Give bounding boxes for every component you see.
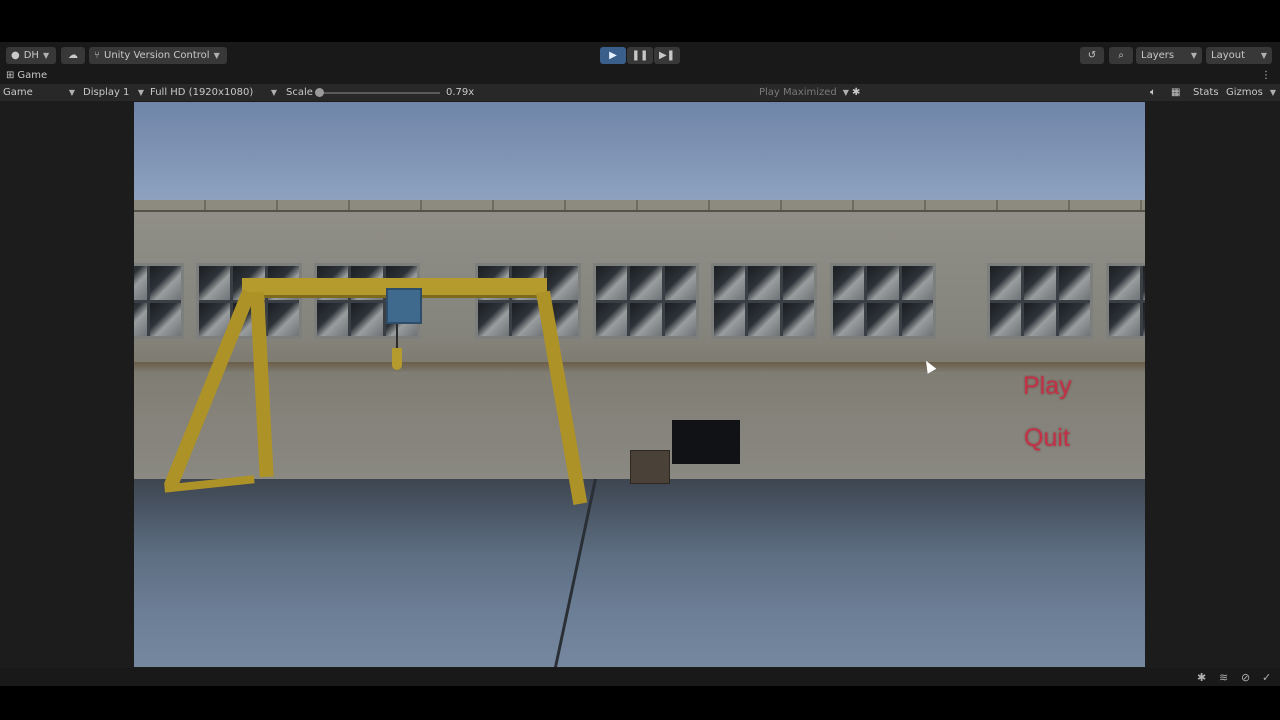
gizmos-dropdown[interactable]: Gizmos ▼ [1226,86,1276,99]
debug-icon[interactable]: ⊘ [1241,671,1250,684]
view-mode-label: Game [3,87,33,98]
check-circle-icon[interactable]: ✓ [1262,671,1271,684]
chevron-down-icon: ▼ [842,88,849,97]
chevron-down-icon: ▼ [42,51,50,60]
main-toolbar: ● DH ▼ ☁ ⑂ Unity Version Control ▼ ▶ ❚❚ … [0,42,1280,69]
chevron-down-icon: ▼ [1190,51,1197,60]
stats-button[interactable]: Stats [1193,86,1219,99]
step-button[interactable]: ▶❚ [654,47,680,64]
display-label: Display 1 [83,87,130,98]
letterbox-top [0,0,1280,42]
history-icon: ↺ [1087,50,1097,61]
wall-band [134,362,1145,372]
search-icon: ⌕ [1118,50,1124,61]
grid-icon[interactable]: ▦ [1171,86,1180,99]
play-icon: ▶ [609,50,617,61]
more-options-icon[interactable]: ⋮ [1261,70,1271,81]
layout-label: Layout [1211,50,1245,61]
factory-window [711,263,817,339]
cloud-button[interactable]: ☁ [61,47,85,64]
concrete-floor [134,479,1145,667]
layers-icon[interactable]: ≋ [1219,671,1228,684]
resolution-label: Full HD (1920x1080) [150,87,254,98]
game-viewport[interactable]: Play Quit [134,102,1145,667]
resolution-dropdown[interactable]: Full HD (1920x1080) ▼ [150,86,277,99]
factory-window [1106,263,1145,339]
scale-label: Scale [286,87,313,98]
tab-game-label: Game [17,70,48,81]
version-control-dropdown[interactable]: ⑂ Unity Version Control ▼ [89,47,227,64]
chevron-down-icon: ▼ [1269,88,1276,97]
play-mode-label: Play Maximized [759,87,837,98]
wooden-crate [630,450,670,484]
step-icon: ▶❚ [658,50,676,61]
gizmos-label: Gizmos [1226,87,1263,98]
scale-slider-track[interactable] [320,92,440,94]
pause-icon: ❚❚ [631,50,649,61]
speaker-icon[interactable]: 🔈︎ [1150,86,1156,99]
factory-wall [134,212,1145,482]
tab-game[interactable]: ⊞ Game [6,70,47,81]
status-bar: ✱ ≋ ⊘ ✓ [0,668,1280,686]
account-dropdown[interactable]: ● DH ▼ [6,47,56,64]
play-menu-button[interactable]: Play [1023,372,1072,401]
factory-window [987,263,1093,339]
history-button[interactable]: ↺ [1080,47,1104,64]
play-button[interactable]: ▶ [600,47,626,64]
chevron-down-icon: ▼ [1260,51,1267,60]
gamepad-icon: ⊞ [6,70,15,81]
factory-window [830,263,936,339]
layout-dropdown[interactable]: Layout ▼ [1206,47,1272,64]
bug-icon[interactable]: ✱ [852,86,860,99]
chevron-down-icon: ▼ [68,88,75,97]
bug-icon[interactable]: ✱ [1197,671,1206,684]
factory-roof [134,200,1145,212]
account-icon: ● [11,50,20,61]
letterbox-bottom [0,686,1280,720]
tab-bar: ⊞ Game ⋮ [0,69,1280,84]
scale-slider-thumb[interactable] [315,88,324,97]
factory-window [134,263,184,339]
game-view-controls: Game ▼ Display 1 ▼ Full HD (1920x1080) ▼… [0,84,1280,101]
crane-hook [392,348,402,370]
chevron-down-icon: ▼ [213,51,220,60]
display-dropdown[interactable]: Display 1 ▼ [83,86,144,99]
crane-trolley [386,288,422,324]
layers-dropdown[interactable]: Layers ▼ [1136,47,1202,64]
view-mode-dropdown[interactable]: Game ▼ [3,86,75,99]
doorway [672,420,740,464]
chevron-down-icon: ▼ [270,88,277,97]
sky [134,102,1145,202]
chevron-down-icon: ▼ [137,88,144,97]
cloud-icon: ☁ [68,50,78,61]
scale-value: 0.79x [446,87,475,98]
version-control-label: Unity Version Control [104,50,210,61]
layers-label: Layers [1141,50,1175,61]
crane-cable [396,324,398,350]
factory-window [475,263,581,339]
quit-menu-button[interactable]: Quit [1024,424,1070,453]
factory-window [593,263,699,339]
account-label: DH [23,50,39,61]
play-mode-dropdown[interactable]: Play Maximized ▼ [759,86,849,99]
version-control-icon: ⑂ [94,50,100,61]
search-button[interactable]: ⌕ [1109,47,1133,64]
pause-button[interactable]: ❚❚ [627,47,653,64]
